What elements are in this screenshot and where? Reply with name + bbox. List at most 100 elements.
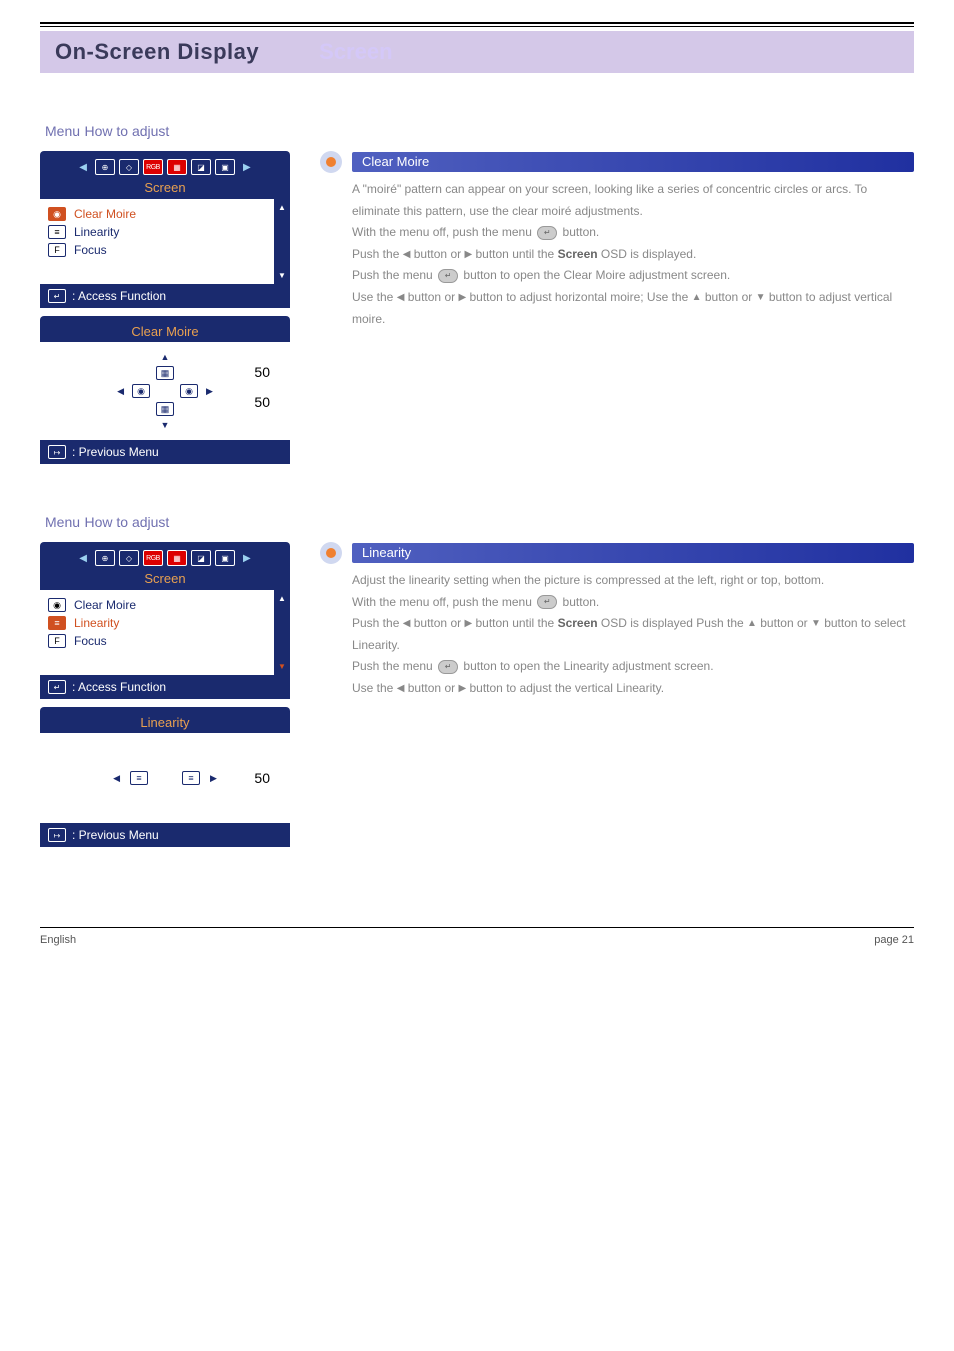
value-vertical: 50 [254,394,270,410]
pip-icon: ▣ [215,159,235,175]
description-column: Linearity Adjust the linearity setting w… [320,542,914,700]
menu-item-label: Linearity [74,616,119,630]
osd-footer: ↵ : Access Function [40,284,290,308]
right-triangle-icon: ▶ [464,618,472,629]
osd-sub-body: ◀ ≡ ≡ ▶ 50 [40,733,290,823]
osd-main-panel: ◀ ⊕ ◇ RGB ▦ ◪ ▣ ▶ Screen ◉ Clear Moire ≡… [40,542,290,699]
menu-item-focus: F Focus [48,241,282,259]
menu-anchor: Menu [45,514,80,530]
rgb-icon: RGB [143,550,163,566]
arrow-left-icon: ◀ [79,553,87,564]
menu-item-clear-moire: ◉ Clear Moire [48,205,282,223]
v-moire-icon: ▦ [156,402,174,416]
menu-how-to: How to adjust [84,514,169,530]
content-row-2: ◀ ⊕ ◇ RGB ▦ ◪ ▣ ▶ Screen ◉ Clear Moire ≡… [40,542,914,847]
right-triangle-icon: ▶ [458,683,466,694]
footer-language: English [40,934,76,946]
scroll-arrows: ▲ ▼ [274,199,290,284]
right-triangle-icon: ▶ [464,249,472,260]
arrow-left-icon: ◀ [79,162,87,173]
osd-stack: ◀ ⊕ ◇ RGB ▦ ◪ ▣ ▶ Screen ◉ Clear Moire ≡… [40,542,290,847]
menu-item-clear-moire: ◉ Clear Moire [48,596,282,614]
linearity-left-icon: ≡ [130,771,148,785]
header-rule-thin [40,26,914,27]
page-footer: English page 21 [40,927,914,952]
advanced-icon: ◪ [191,550,211,566]
menu-item-label: Clear Moire [74,207,136,221]
footer-content: English page 21 [40,928,914,952]
screen-tab-icon: ▦ [167,550,187,566]
osd-sub-footer: ↦ : Previous Menu [40,440,290,464]
left-triangle-icon: ◀ [397,292,405,303]
position-icon: ⊕ [95,159,115,175]
value-linearity: 50 [254,770,270,786]
h-moire-icon: ◉ [132,384,150,398]
osd-top-icons: ◀ ⊕ ◇ RGB ▦ ◪ ▣ ▶ [40,547,290,569]
desc-title-bar: Clear Moire [352,152,914,172]
geometry-icon: ◇ [119,550,139,566]
menu-how-to: How to adjust [84,123,169,139]
osd-sub-title: Clear Moire [40,321,290,342]
osd-sub-footer: ↦ : Previous Menu [40,823,290,847]
focus-icon: F [48,243,66,257]
menu-item-focus: F Focus [48,632,282,650]
up-triangle-icon: ▲ [692,292,702,303]
header-rule [40,22,914,24]
arrow-right-icon: ▶ [243,553,251,564]
osd-sub-panel: Linearity ◀ ≡ ≡ ▶ 50 ↦ : Previous Menu [40,707,290,847]
h-moire-icon: ◉ [180,384,198,398]
scroll-arrows: ▲ ▼ [274,590,290,675]
down-arrow-icon: ▼ [161,420,170,430]
right-arrow-icon: ▶ [206,386,213,397]
osd-menu-list: ◉ Clear Moire ≡ Linearity F Focus ▲ ▼ [40,590,290,675]
right-arrow-icon: ▶ [210,773,217,784]
adjust-cross: ▲ ▦ ◀ ◉ ◉ ▶ ▦ ▼ [48,352,282,430]
osd-sub-title: Linearity [40,712,290,733]
desc-title: Linearity [352,543,421,562]
desc-text: A "moiré" pattern can appear on your scr… [352,179,914,330]
moire-icon: ◉ [48,598,66,612]
left-arrow-icon: ◀ [113,773,120,784]
enter-button-icon: ↵ [438,269,458,283]
down-triangle-icon: ▼ [811,618,821,629]
arrow-right-icon: ▶ [243,162,251,173]
left-arrow-icon: ◀ [117,386,124,397]
left-triangle-icon: ◀ [403,249,411,260]
enter-button-icon: ↵ [537,595,557,609]
osd-tab-label: Screen [40,180,290,195]
scroll-up-icon: ▲ [274,203,290,212]
rgb-icon: RGB [143,159,163,175]
up-arrow-icon: ▲ [161,352,170,362]
osd-top-icons: ◀ ⊕ ◇ RGB ▦ ◪ ▣ ▶ [40,156,290,178]
desc-text: Adjust the linearity setting when the pi… [352,570,914,700]
menu-item-linearity: ≡ Linearity [48,223,282,241]
desc-title-bar: Linearity [352,543,914,563]
menu-item-label: Clear Moire [74,598,136,612]
moire-icon: ◉ [48,207,66,221]
desc-title: Clear Moire [352,152,439,171]
description-column: Clear Moire A "moiré" pattern can appear… [320,151,914,330]
footer-page: page 21 [874,934,914,946]
bullet-icon [320,151,342,173]
enter-icon: ↵ [48,680,66,694]
linearity-right-icon: ≡ [182,771,200,785]
down-triangle-icon: ▼ [756,292,766,303]
desc-header: Clear Moire [320,151,914,173]
left-triangle-icon: ◀ [397,683,405,694]
access-function-label: : Access Function [72,680,166,694]
scroll-down-icon: ▼ [274,271,290,280]
screen-tab-icon: ▦ [167,159,187,175]
linearity-icon: ≡ [48,225,66,239]
title-right-wrap: Screen [259,39,899,65]
pip-icon: ▣ [215,550,235,566]
osd-stack: ◀ ⊕ ◇ RGB ▦ ◪ ▣ ▶ Screen ◉ Clear Moire ≡… [40,151,290,464]
main-title: On-Screen Display [55,39,259,65]
focus-icon: F [48,634,66,648]
menu-item-label: Focus [74,634,107,648]
bullet-icon [320,542,342,564]
desc-header: Linearity [320,542,914,564]
up-triangle-icon: ▲ [747,618,757,629]
previous-menu-label: : Previous Menu [72,828,159,842]
enter-button-icon: ↵ [537,226,557,240]
position-icon: ⊕ [95,550,115,566]
